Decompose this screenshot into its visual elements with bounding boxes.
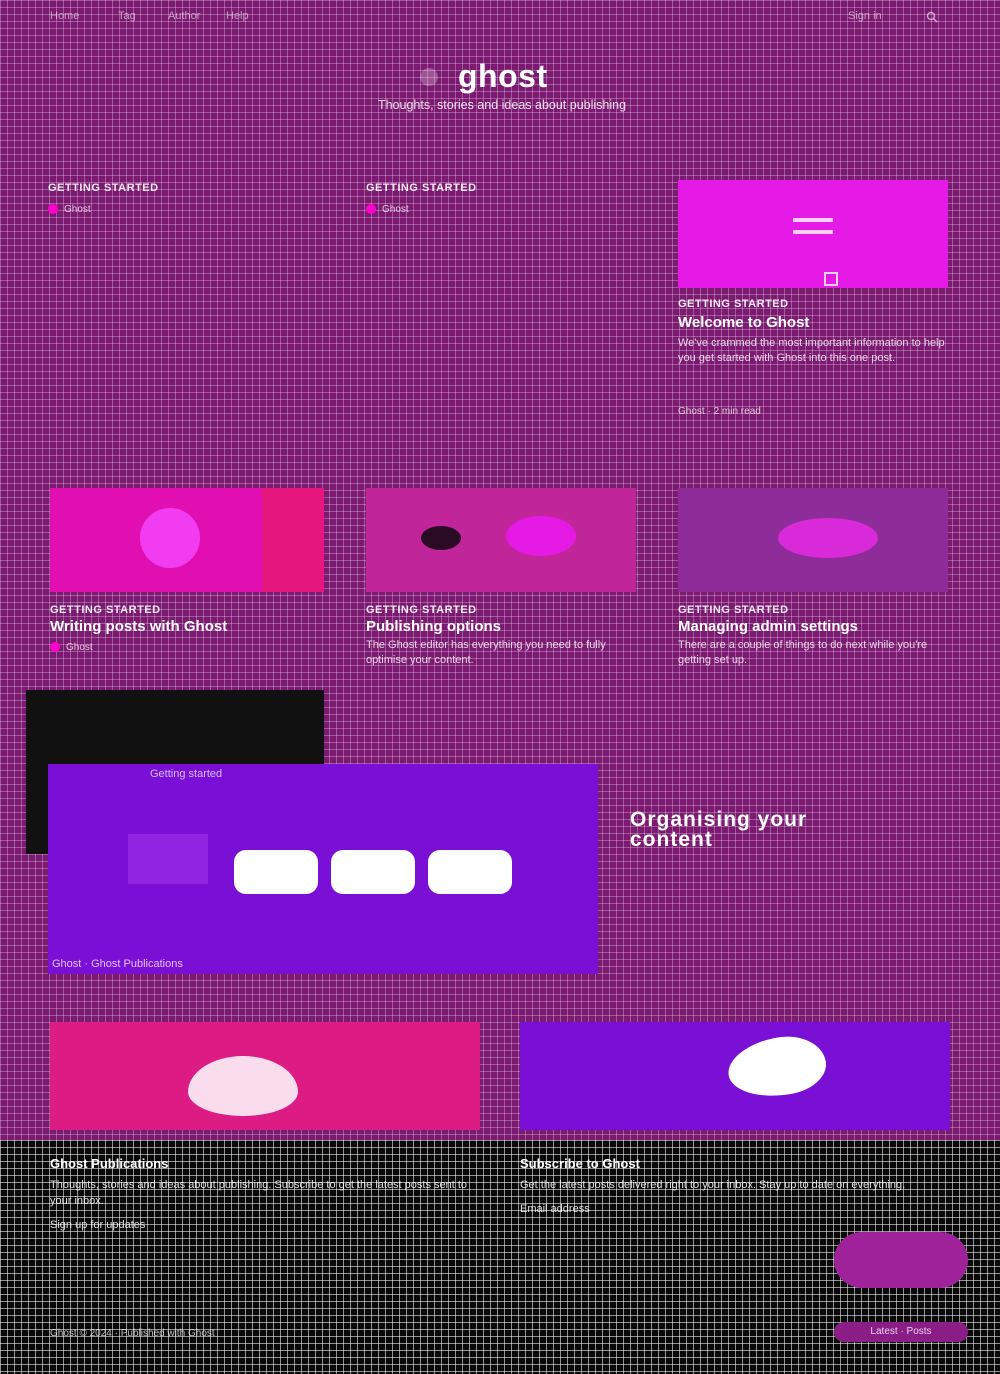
image-graphic xyxy=(793,230,833,234)
grid-post-1[interactable]: Getting started Writing posts with Ghost… xyxy=(50,604,324,653)
avatar xyxy=(366,204,376,215)
nav-item-tag[interactable]: Tag xyxy=(118,10,136,22)
image-graphic xyxy=(793,218,833,222)
subscribe-button[interactable] xyxy=(834,1232,968,1288)
post-author[interactable]: Ghost xyxy=(50,642,324,653)
site-logo[interactable]: ghost xyxy=(458,58,548,95)
image-graphic xyxy=(723,1029,831,1105)
post-image[interactable] xyxy=(50,488,324,592)
nav-item-help[interactable]: Help xyxy=(226,10,249,22)
nav-item-home[interactable]: Home xyxy=(50,10,79,22)
image-graphic xyxy=(778,518,878,558)
post-excerpt: We've crammed the most important informa… xyxy=(678,337,945,364)
post-excerpt: There are a couple of things to do next … xyxy=(678,639,928,666)
post-image[interactable] xyxy=(678,488,948,592)
feature-pill xyxy=(331,850,415,894)
search-icon[interactable] xyxy=(926,10,938,23)
post-tag[interactable]: Getting started xyxy=(50,604,324,616)
post-title[interactable]: Publishing options xyxy=(366,618,636,636)
post-author[interactable]: Ghost xyxy=(48,204,159,215)
footer-heading: Ghost Publications xyxy=(50,1156,169,1171)
featured-image[interactable] xyxy=(678,180,948,288)
dark-overlay xyxy=(26,764,48,854)
nav-item-author[interactable]: Author xyxy=(168,10,200,22)
footer-heading: Subscribe to Ghost xyxy=(520,1156,640,1171)
post-image[interactable] xyxy=(366,488,636,592)
grid-post-3[interactable]: Getting started Managing admin settings … xyxy=(678,604,948,668)
avatar xyxy=(48,204,58,215)
post-meta: Ghost · 2 min read xyxy=(678,406,761,417)
post-tag[interactable]: Getting started xyxy=(678,604,948,616)
feature-image[interactable] xyxy=(48,764,598,974)
footer-subscribe: Subscribe to Ghost Get the latest posts … xyxy=(520,1156,950,1217)
image-graphic xyxy=(824,272,838,286)
featured-post-3[interactable]: Getting started Welcome to Ghost We've c… xyxy=(678,298,948,417)
post-title[interactable]: Managing admin settings xyxy=(678,618,948,636)
image-graphic xyxy=(128,834,208,884)
featured-post-2[interactable]: Getting started Ghost xyxy=(366,182,477,215)
site-tagline: Thoughts, stories and ideas about publis… xyxy=(377,98,627,112)
sign-in-link[interactable]: Sign in xyxy=(848,10,882,22)
grid-post-2[interactable]: Getting started Publishing options The G… xyxy=(366,604,636,668)
feature-title[interactable]: Organising your content xyxy=(630,809,890,850)
feature-pill xyxy=(428,850,512,894)
image-graphic xyxy=(421,526,461,550)
logo-icon xyxy=(420,68,438,86)
email-field[interactable]: Email address xyxy=(520,1201,950,1217)
site-footer: Ghost Publications Thoughts, stories and… xyxy=(0,1140,1000,1374)
post-tag[interactable]: Getting started xyxy=(48,182,159,194)
featured-post-1[interactable]: Getting started Ghost xyxy=(48,182,159,215)
banner-image-right[interactable] xyxy=(520,1022,950,1130)
avatar xyxy=(50,642,60,653)
feature-pill xyxy=(234,850,318,894)
footer-nav-pill[interactable]: Latest · Posts xyxy=(834,1322,968,1342)
footer-link[interactable]: Sign up for updates xyxy=(50,1217,470,1233)
banner-image-left[interactable] xyxy=(50,1022,480,1130)
image-graphic xyxy=(140,508,200,568)
copyright: Ghost © 2024 · Published with Ghost xyxy=(50,1328,215,1339)
post-tag[interactable]: Getting started xyxy=(366,182,477,194)
post-tag[interactable]: Getting started xyxy=(678,298,948,310)
post-author[interactable]: Ghost xyxy=(366,204,477,215)
post-excerpt: The Ghost editor has everything you need… xyxy=(366,639,606,666)
post-title[interactable]: Welcome to Ghost xyxy=(678,314,948,332)
feature-caption: Ghost · Ghost Publications xyxy=(52,958,183,970)
footer-text: Get the latest posts delivered right to … xyxy=(520,1179,906,1191)
image-graphic xyxy=(506,516,576,556)
footer-text: Thoughts, stories and ideas about publis… xyxy=(50,1179,468,1207)
footer-about: Ghost Publications Thoughts, stories and… xyxy=(50,1156,470,1233)
image-graphic xyxy=(188,1056,298,1116)
feature-label: Getting started xyxy=(150,768,223,780)
post-tag[interactable]: Getting started xyxy=(366,604,636,616)
post-title[interactable]: Writing posts with Ghost xyxy=(50,618,324,636)
dark-overlay xyxy=(26,690,324,764)
